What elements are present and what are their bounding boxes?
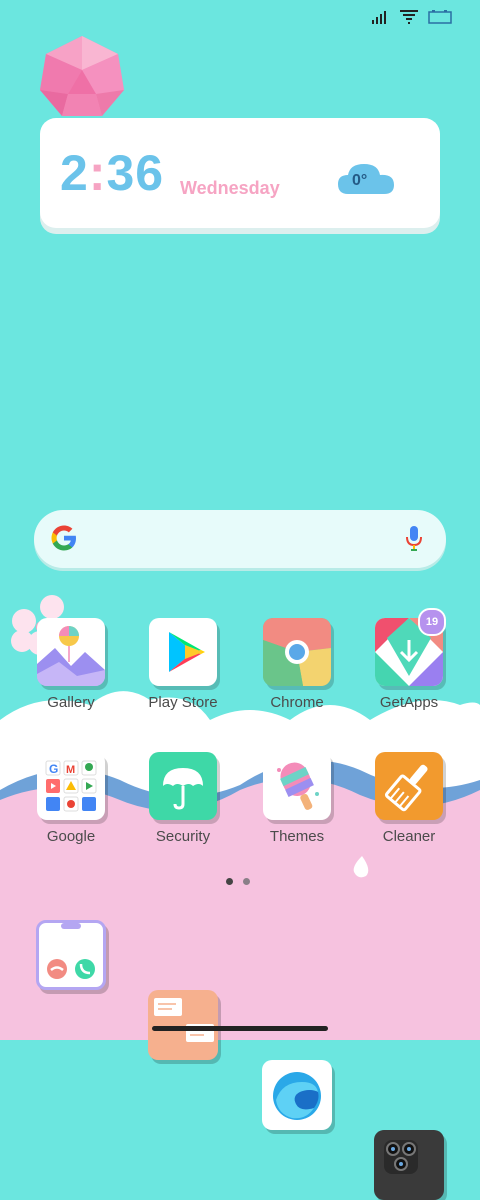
clock-weather-widget[interactable]: 2:36 Wednesday 0° [40,118,440,228]
clock-time: 2:36 [60,144,164,202]
svg-text:G: G [49,762,58,776]
google-g-icon [51,525,76,551]
dock-messages[interactable] [148,990,218,1060]
weekday-label: Wednesday [180,178,280,198]
app-cleaner[interactable]: Cleaner [366,752,452,845]
notification-badge: 19 [418,608,446,636]
security-umbrella-icon [149,752,217,820]
app-gallery[interactable]: Gallery [28,618,114,711]
app-themes[interactable]: Themes [254,752,340,845]
page-indicator[interactable] [226,878,250,885]
signal-icon [372,11,386,24]
dock-camera[interactable] [374,1130,444,1200]
play-store-icon [149,618,217,686]
microphone-icon[interactable] [406,526,422,552]
cleaner-brush-icon [375,752,443,820]
phone-icon [47,923,95,979]
clock-minutes: 36 [106,145,165,201]
google-search-bar[interactable] [34,510,446,568]
camera-icon [384,1140,418,1174]
page-dot-active[interactable] [226,878,233,885]
dock-phone[interactable] [36,920,106,990]
messages-icon [154,998,214,1042]
app-label: Play Store [148,694,218,711]
home-indicator[interactable] [152,1026,328,1031]
app-getapps[interactable]: 19 GetApps [366,608,452,711]
app-label: Google [46,828,96,845]
wifi-icon [400,10,418,24]
gem-decoration [40,36,124,116]
app-label: Themes [269,828,325,845]
svg-text:M: M [66,764,75,776]
clock-colon: : [88,145,107,201]
google-folder-icon: G M [37,752,105,820]
temperature-label: 0° [352,172,368,189]
app-label: Gallery [47,694,95,711]
page-dot[interactable] [243,878,250,885]
app-label: Security [155,828,211,845]
chrome-icon [263,618,331,686]
themes-popsicle-icon [263,752,331,820]
browser-icon [273,1072,321,1120]
clock-hours: 2 [60,145,89,201]
app-label: GetApps [379,694,439,711]
gallery-icon [37,618,105,686]
battery-icon [428,10,452,24]
app-label: Chrome [270,694,324,711]
app-chrome[interactable]: Chrome [254,618,340,711]
status-bar [372,10,454,24]
app-label: Cleaner [382,828,436,845]
app-google-folder[interactable]: G M Google [28,752,114,845]
app-security[interactable]: Security [140,752,226,845]
dock-browser[interactable] [262,1060,332,1130]
app-play-store[interactable]: Play Store [140,618,226,711]
